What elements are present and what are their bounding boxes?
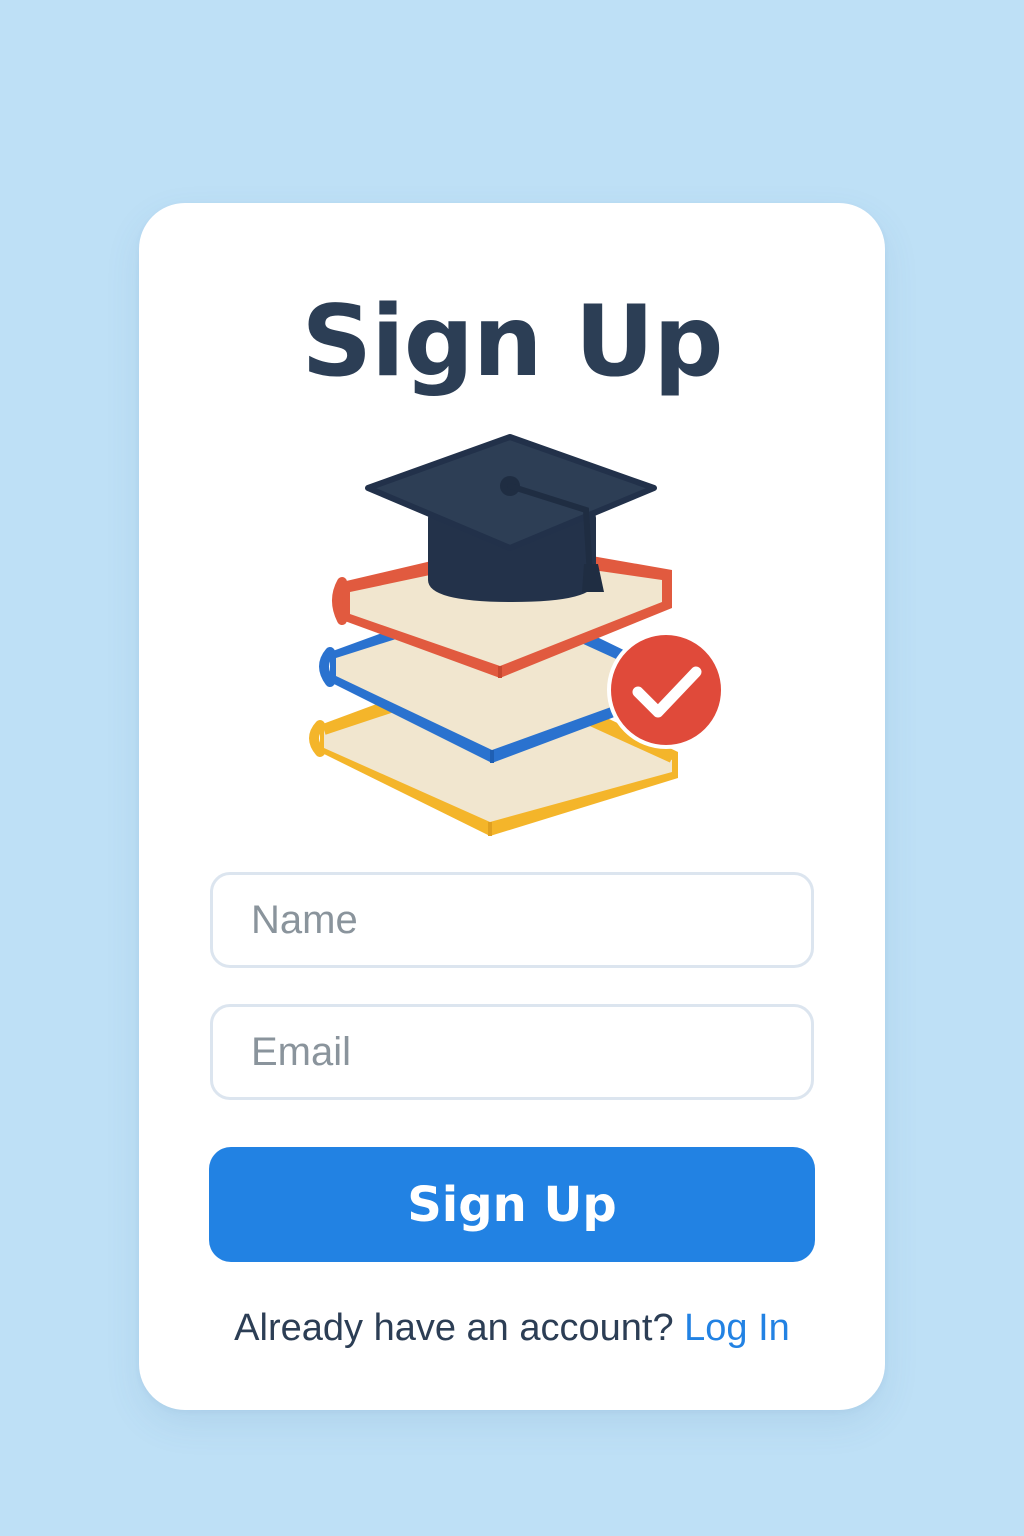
- sign-up-button[interactable]: Sign Up: [209, 1147, 815, 1262]
- graduation-books-icon: [300, 430, 730, 850]
- login-prompt-text: Already have an account?: [234, 1307, 685, 1349]
- email-field[interactable]: [210, 1004, 814, 1100]
- log-in-link[interactable]: Log In: [684, 1307, 790, 1349]
- login-prompt: Already have an account? Log In: [0, 1303, 1024, 1353]
- signup-page: Sign Up Name Email Sign Up Already have …: [0, 0, 1024, 1536]
- checkmark-badge-icon: [607, 631, 725, 749]
- name-field[interactable]: [210, 872, 814, 968]
- page-title: Sign Up: [301, 285, 724, 399]
